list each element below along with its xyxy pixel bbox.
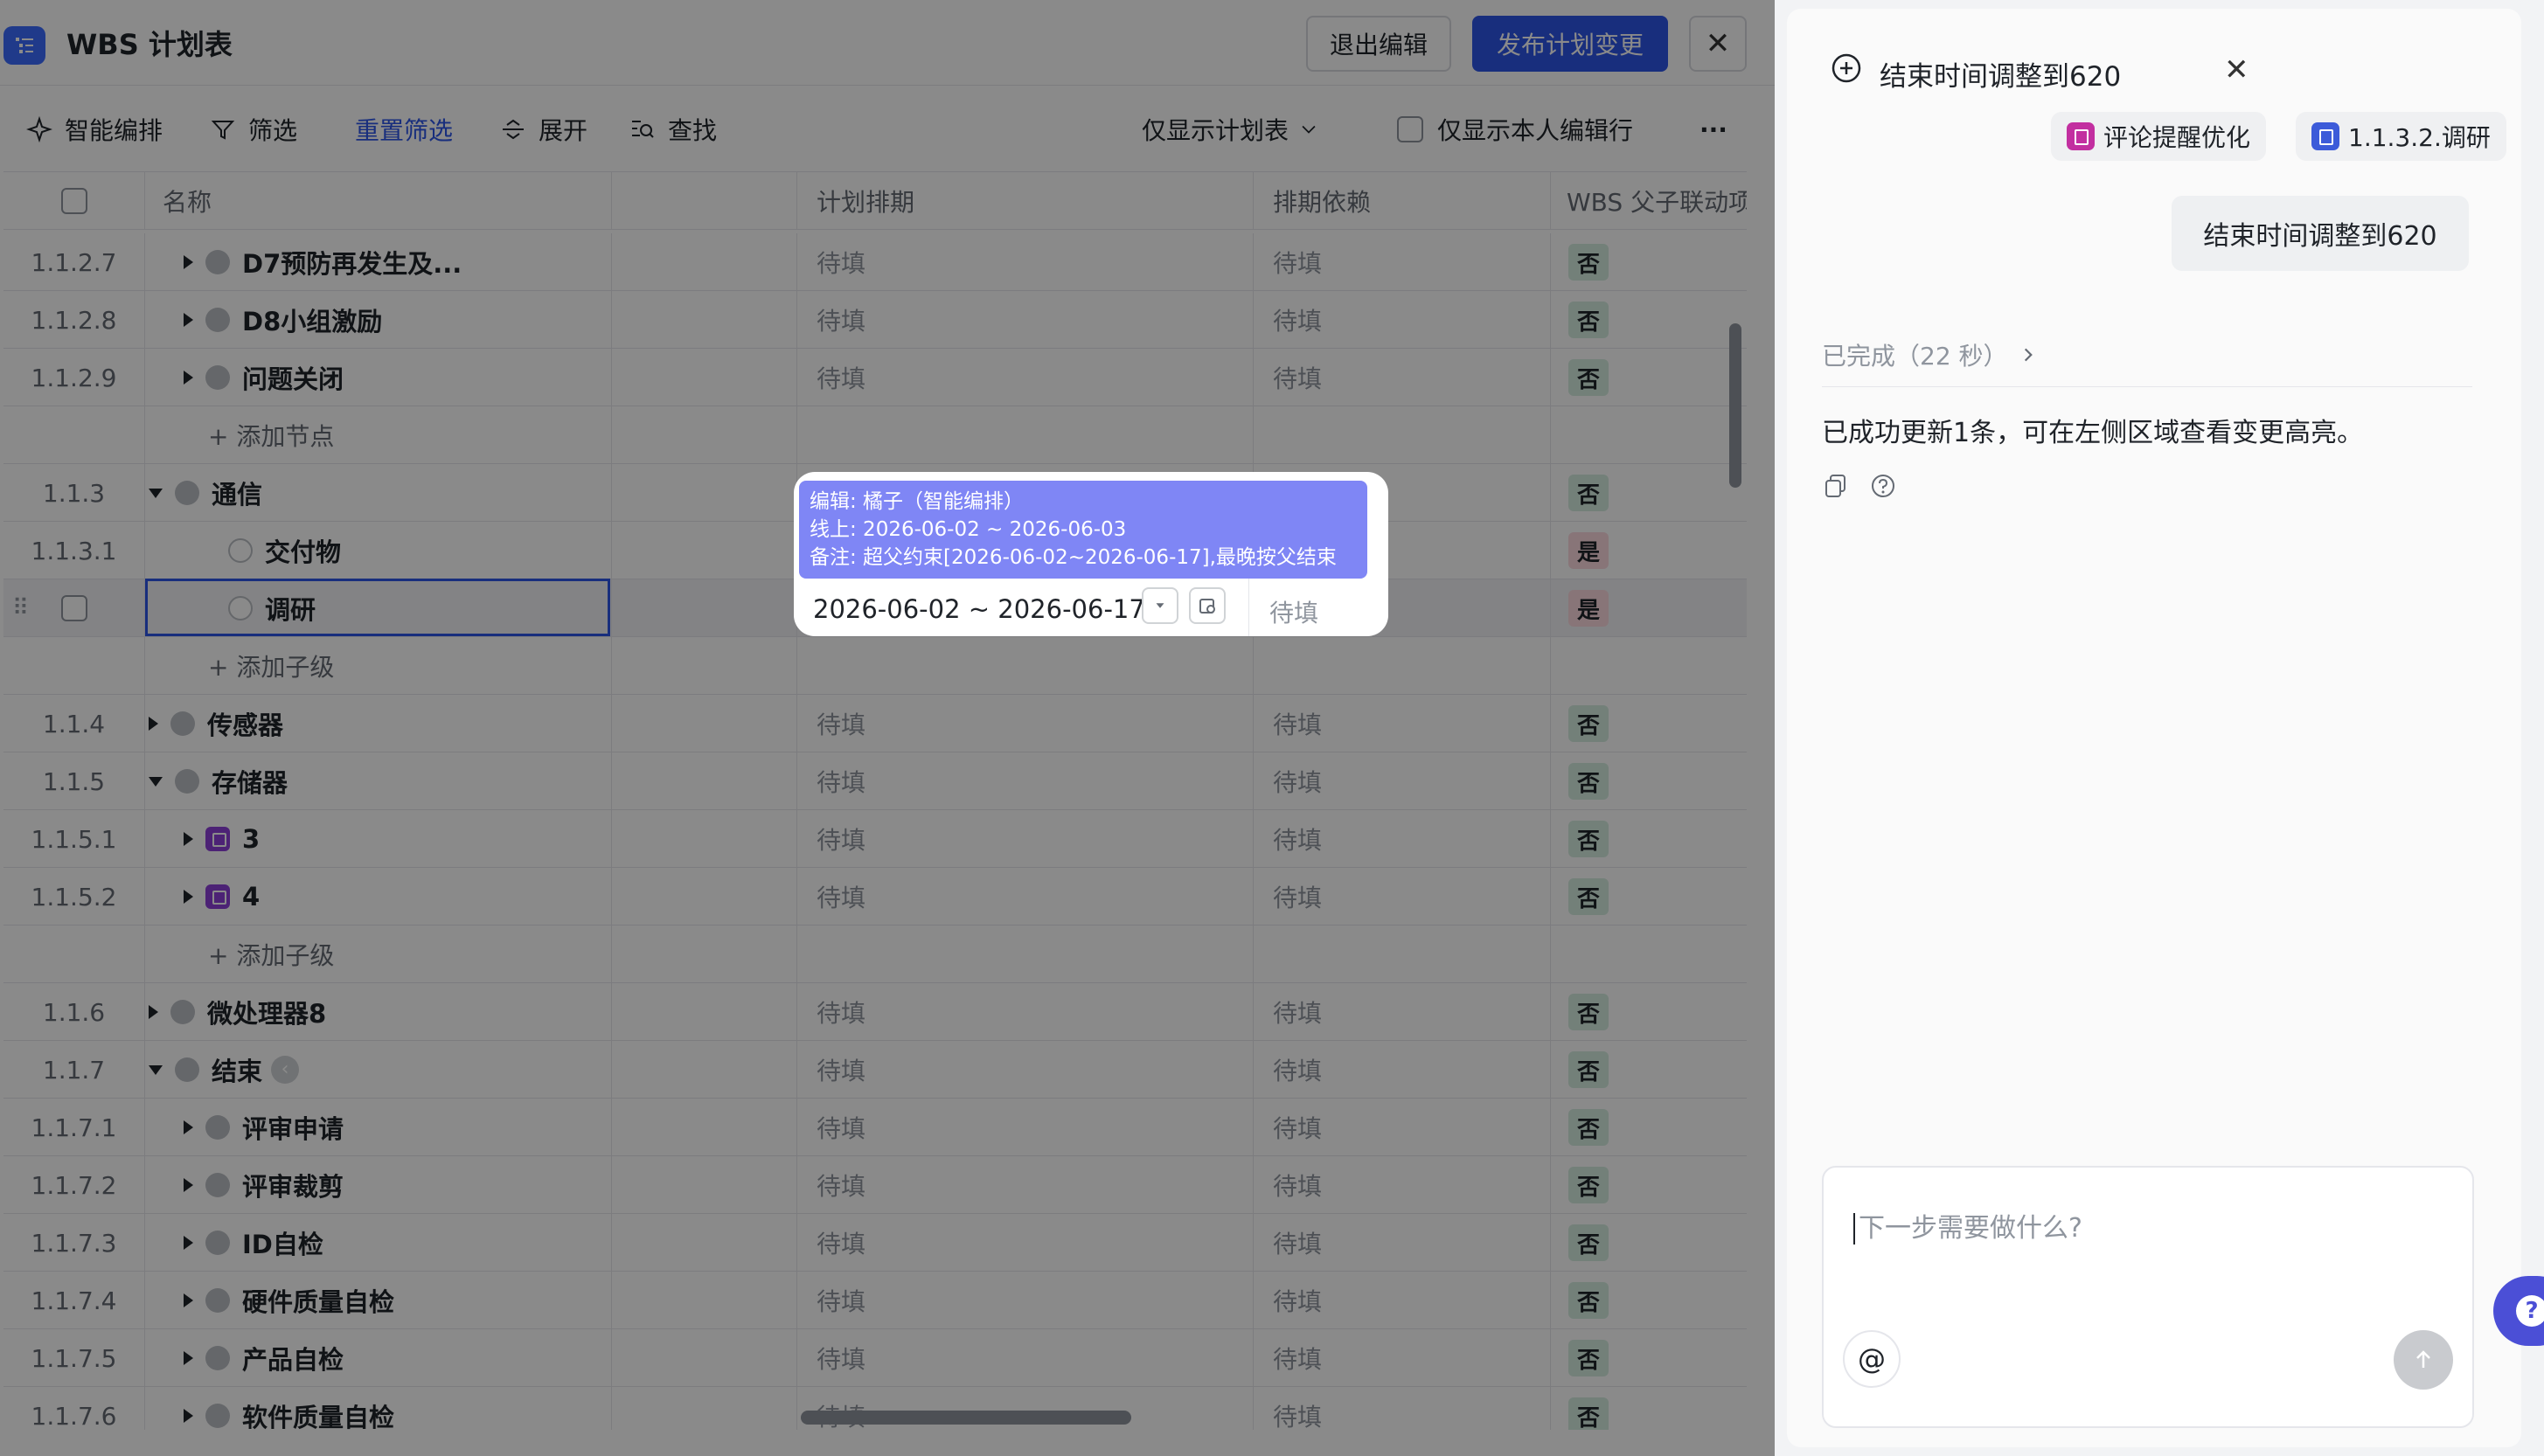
context-chip-comment[interactable]: 评论提醒优化: [2051, 112, 2267, 161]
status-line[interactable]: 已完成（22 秒）: [1822, 337, 2038, 372]
modal-dim-overlay: [0, 0, 1775, 1456]
send-button[interactable]: [2394, 1330, 2453, 1390]
date-dropdown-button[interactable]: [1142, 587, 1178, 624]
popup-divider: [1248, 579, 1249, 636]
chat-input-box[interactable]: 下一步需要做什么? @: [1822, 1166, 2474, 1428]
assistant-result-message: 已成功更新1条，可在左侧区域查看变更高亮。: [1822, 418, 2364, 448]
chat-window: 结束时间调整到620 ✕ 评论提醒优化 1.1.3.2.调研 结束时间调整到62…: [1787, 9, 2521, 1447]
tooltip-note-line: 备注: 超父约束[2026-06-02~2026-06-17],最晚按父结束: [810, 546, 1337, 569]
chip-label: 1.1.3.2.调研: [2348, 123, 2491, 152]
chat-panel: 结束时间调整到620 ✕ 评论提醒优化 1.1.3.2.调研 结束时间调整到62…: [1775, 0, 2544, 1456]
context-chip-task[interactable]: 1.1.3.2.调研: [2296, 112, 2506, 161]
copy-icon[interactable]: [1822, 472, 1850, 500]
tooltip-online-line: 线上: 2026-06-02 ~ 2026-06-03: [810, 518, 1127, 541]
chip-label: 评论提醒优化: [2103, 123, 2251, 152]
calendar-button[interactable]: [1189, 587, 1226, 624]
question-icon: ?: [2516, 1295, 2544, 1327]
table-icon: [2311, 122, 2339, 150]
calendar-icon: [1199, 599, 1215, 614]
mention-button[interactable]: @: [1843, 1330, 1901, 1388]
help-circle-icon[interactable]: [1869, 472, 1897, 500]
chat-title: 结束时间调整到620: [1880, 61, 2122, 93]
chat-close-icon[interactable]: ✕: [2224, 52, 2249, 87]
chevron-right-icon: [2024, 348, 2033, 362]
change-tooltip: 编辑: 橘子（智能编排） 线上: 2026-06-02 ~ 2026-06-03…: [799, 481, 1367, 579]
schedule-edit-popup: 编辑: 橘子（智能编排） 线上: 2026-06-02 ~ 2026-06-03…: [794, 472, 1388, 636]
new-chat-icon[interactable]: [1831, 52, 1862, 84]
user-message-bubble: 结束时间调整到620: [2172, 196, 2469, 271]
date-range-value[interactable]: 2026-06-02 ~ 2026-06-17: [813, 594, 1145, 624]
status-text: 已完成（22 秒）: [1822, 342, 2008, 371]
chat-input-placeholder[interactable]: 下一步需要做什么?: [1853, 1213, 2082, 1245]
arrow-up-icon: [2416, 1350, 2430, 1368]
divider: [1822, 386, 2472, 387]
dependency-value[interactable]: 待填: [1269, 594, 1318, 629]
doc-icon: [2067, 122, 2095, 150]
tooltip-editor-line: 编辑: 橘子（智能编排）: [810, 490, 1025, 513]
caret-down-icon: [1156, 603, 1164, 608]
